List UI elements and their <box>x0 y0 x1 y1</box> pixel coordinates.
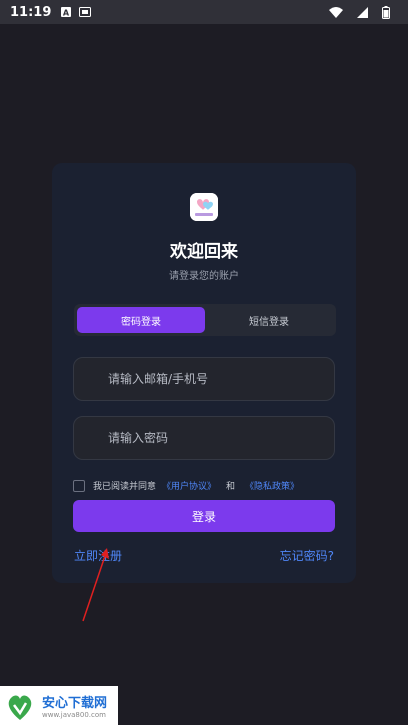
watermark: 安心下载网 www.java800.com <box>0 686 118 725</box>
battery-icon <box>382 5 390 19</box>
agreement-row: 我已阅读并同意 《用户协议》 和 《隐私政策》 <box>73 479 305 492</box>
privacy-policy-link[interactable]: 《隐私政策》 <box>245 479 299 492</box>
annotation-arrow-icon <box>82 548 109 622</box>
app-logo-icon <box>190 193 218 221</box>
tab-sms-login[interactable]: 短信登录 <box>205 307 333 333</box>
wifi-icon <box>329 6 343 18</box>
page-title: 欢迎回来 <box>170 242 238 262</box>
agreement-and: 和 <box>226 482 236 492</box>
login-tabs: 密码登录 短信登录 <box>74 304 336 336</box>
watermark-url: www.java800.com <box>42 711 106 719</box>
screen-notification-icon <box>79 7 92 17</box>
account-field[interactable] <box>73 357 335 401</box>
password-field[interactable] <box>73 416 335 460</box>
status-bar: 11:19 A <box>0 0 408 24</box>
user-agreement-link[interactable]: 《用户协议》 <box>162 479 216 492</box>
forgot-password-link[interactable]: 忘记密码? <box>280 547 334 564</box>
svg-text:A: A <box>63 9 70 18</box>
account-input[interactable] <box>108 372 334 386</box>
watermark-brand: 安心下载网 www.java800.com <box>42 692 107 719</box>
agreement-text: 我已阅读并同意 <box>93 482 157 492</box>
status-time: 11:19 <box>10 4 52 20</box>
login-button[interactable]: 登录 <box>73 500 335 532</box>
signal-icon <box>357 6 368 18</box>
tab-password-login[interactable]: 密码登录 <box>77 307 205 333</box>
page-subtitle: 请登录您的账户 <box>169 271 239 282</box>
a-notification-icon: A <box>61 7 72 18</box>
watermark-logo-icon <box>8 695 32 720</box>
password-input[interactable] <box>108 431 334 445</box>
login-card: 欢迎回来 请登录您的账户 密码登录 短信登录 我已阅读并同意 《用户协议》 和 … <box>52 163 356 583</box>
agreement-checkbox[interactable] <box>73 479 85 492</box>
watermark-name: 安心下载网 <box>42 696 108 711</box>
